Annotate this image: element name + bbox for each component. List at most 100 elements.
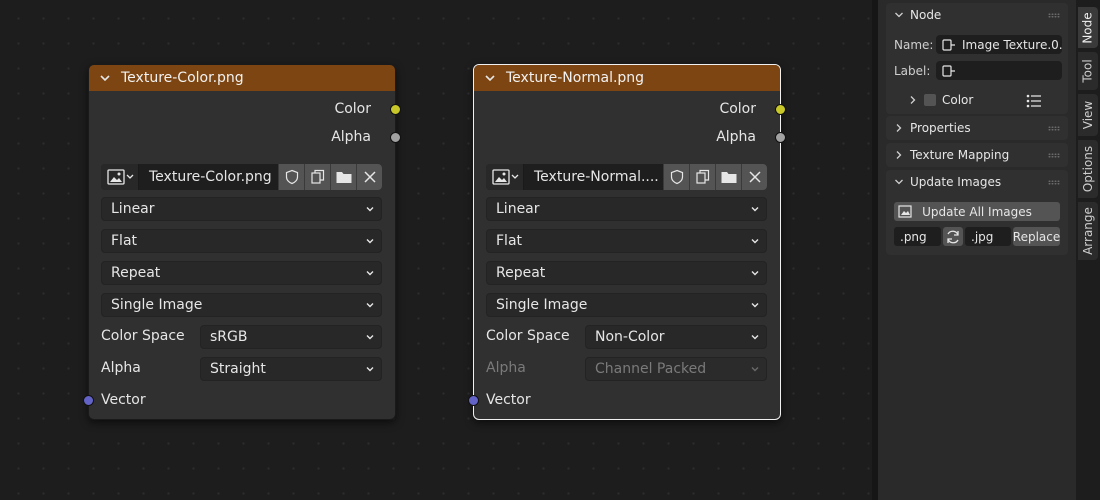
node-icon [942,64,955,77]
unlink-button[interactable] [356,164,382,190]
color-space-value: sRGB [210,329,248,345]
drag-grip-icon[interactable] [1048,126,1060,131]
image-texture-node-color[interactable]: Texture-Color.png Color Alpha Texture-Co… [83,64,401,420]
tab-tool[interactable]: Tool [1078,52,1098,90]
source-dropdown[interactable]: Single Image [101,293,382,317]
image-icon [491,169,518,185]
image-name-field[interactable]: Texture-Normal.... [524,164,663,190]
output-alpha-label: Alpha [331,129,371,145]
duplicate-icon [695,169,709,184]
image-texture-node-normal[interactable]: Texture-Normal.png Color Alpha Texture-N… [468,64,786,420]
open-button[interactable] [330,164,356,190]
source-dropdown[interactable]: Single Image [486,293,767,317]
node-title: Texture-Normal.png [506,70,645,86]
chevron-down-icon [751,207,759,212]
unlink-button[interactable] [741,164,767,190]
tab-label: View [1081,100,1096,130]
node-header[interactable]: Texture-Normal.png [474,65,780,91]
sidebar-tabs: Node Tool View Options Arrange [1076,0,1100,500]
update-images-panel: Update Images Update All Images .png .jp… [886,170,1068,255]
tab-label: Node [1081,11,1096,44]
vector-input-socket[interactable] [83,395,94,406]
collapse-chevron-icon[interactable] [99,72,111,84]
chevron-down-icon [751,367,759,372]
name-label: Name: [894,38,934,52]
to-extension-field[interactable]: .jpg [965,227,1011,246]
extension-value: Repeat [496,265,546,281]
list-presets-icon[interactable] [1026,94,1042,108]
duplicate-icon [310,169,324,184]
node-name-field[interactable]: Image Texture.0... [936,35,1062,54]
color-subpanel-header[interactable]: Color [908,93,973,107]
color-checkbox[interactable] [924,94,936,106]
image-browse-button[interactable] [486,164,524,190]
alpha-mode-dropdown[interactable]: Straight [200,357,382,381]
image-browse-button[interactable] [101,164,139,190]
close-icon [748,171,761,183]
interpolation-dropdown[interactable]: Linear [101,197,382,221]
tab-label: Options [1081,145,1095,193]
tab-node[interactable]: Node [1078,7,1098,48]
refresh-icon [947,230,959,243]
duplicate-button[interactable] [689,164,715,190]
vector-input-socket[interactable] [468,395,479,406]
chevron-down-icon [366,303,374,308]
projection-value: Flat [496,233,523,249]
color-output-socket[interactable] [390,104,401,115]
from-extension-field[interactable]: .png [894,227,941,246]
replace-button[interactable]: Replace [1013,227,1060,246]
update-images-panel-header[interactable]: Update Images [886,170,1068,194]
collapse-chevron-icon[interactable] [484,72,496,84]
output-color-label: Color [719,101,756,117]
chevron-down-icon [751,335,759,340]
open-button[interactable] [715,164,741,190]
chevron-down-icon [366,207,374,212]
node-label-field[interactable] [936,61,1062,80]
chevron-right-icon [910,96,916,104]
output-alpha-label: Alpha [716,129,756,145]
projection-dropdown[interactable]: Flat [486,229,767,253]
tab-options[interactable]: Options [1078,140,1098,198]
tab-arrange[interactable]: Arrange [1078,202,1098,260]
fake-user-button[interactable] [278,164,304,190]
drag-grip-icon[interactable] [1048,180,1060,185]
texture-mapping-panel-header[interactable]: Texture Mapping [886,143,1068,167]
image-selector: Texture-Normal.... [486,164,767,190]
node-editor-canvas[interactable]: Texture-Color.png Color Alpha Texture-Co… [0,0,872,500]
interpolation-value: Linear [496,201,540,217]
color-space-dropdown[interactable]: sRGB [200,325,382,349]
extension-dropdown[interactable]: Repeat [101,261,382,285]
node-header[interactable]: Texture-Color.png [89,65,395,91]
tab-view[interactable]: View [1078,94,1098,136]
tab-label: Arrange [1081,207,1096,255]
label-label: Label: [894,64,931,78]
alpha-mode-dropdown: Channel Packed [585,357,767,381]
alpha-output-socket[interactable] [390,132,401,143]
alpha-mode-label: Alpha [486,360,526,376]
close-icon [363,171,376,183]
update-all-images-button[interactable]: Update All Images [894,202,1060,221]
drag-grip-icon[interactable] [1048,153,1060,158]
panel-title: Properties [910,121,971,135]
drag-grip-icon[interactable] [1048,13,1060,18]
vector-input-label: Vector [486,392,531,408]
interpolation-dropdown[interactable]: Linear [486,197,767,221]
fake-user-button[interactable] [663,164,689,190]
interpolation-value: Linear [111,201,155,217]
chevron-right-icon [896,124,902,132]
projection-dropdown[interactable]: Flat [101,229,382,253]
chevron-down-icon [751,239,759,244]
projection-value: Flat [111,233,138,249]
extension-dropdown[interactable]: Repeat [486,261,767,285]
chevron-down-icon [895,179,903,185]
node-panel-header[interactable]: Node [886,3,1068,27]
node-name-value: Image Texture.0... [962,37,1062,52]
swap-extensions-button[interactable] [943,227,963,246]
alpha-output-socket[interactable] [775,132,786,143]
color-space-dropdown[interactable]: Non-Color [585,325,767,349]
duplicate-button[interactable] [304,164,330,190]
properties-panel-header[interactable]: Properties [886,116,1068,140]
node-panel: Node Name: Image Texture.0... Label: Col… [886,3,1068,114]
image-name-field[interactable]: Texture-Color.png [139,164,278,190]
color-output-socket[interactable] [775,104,786,115]
